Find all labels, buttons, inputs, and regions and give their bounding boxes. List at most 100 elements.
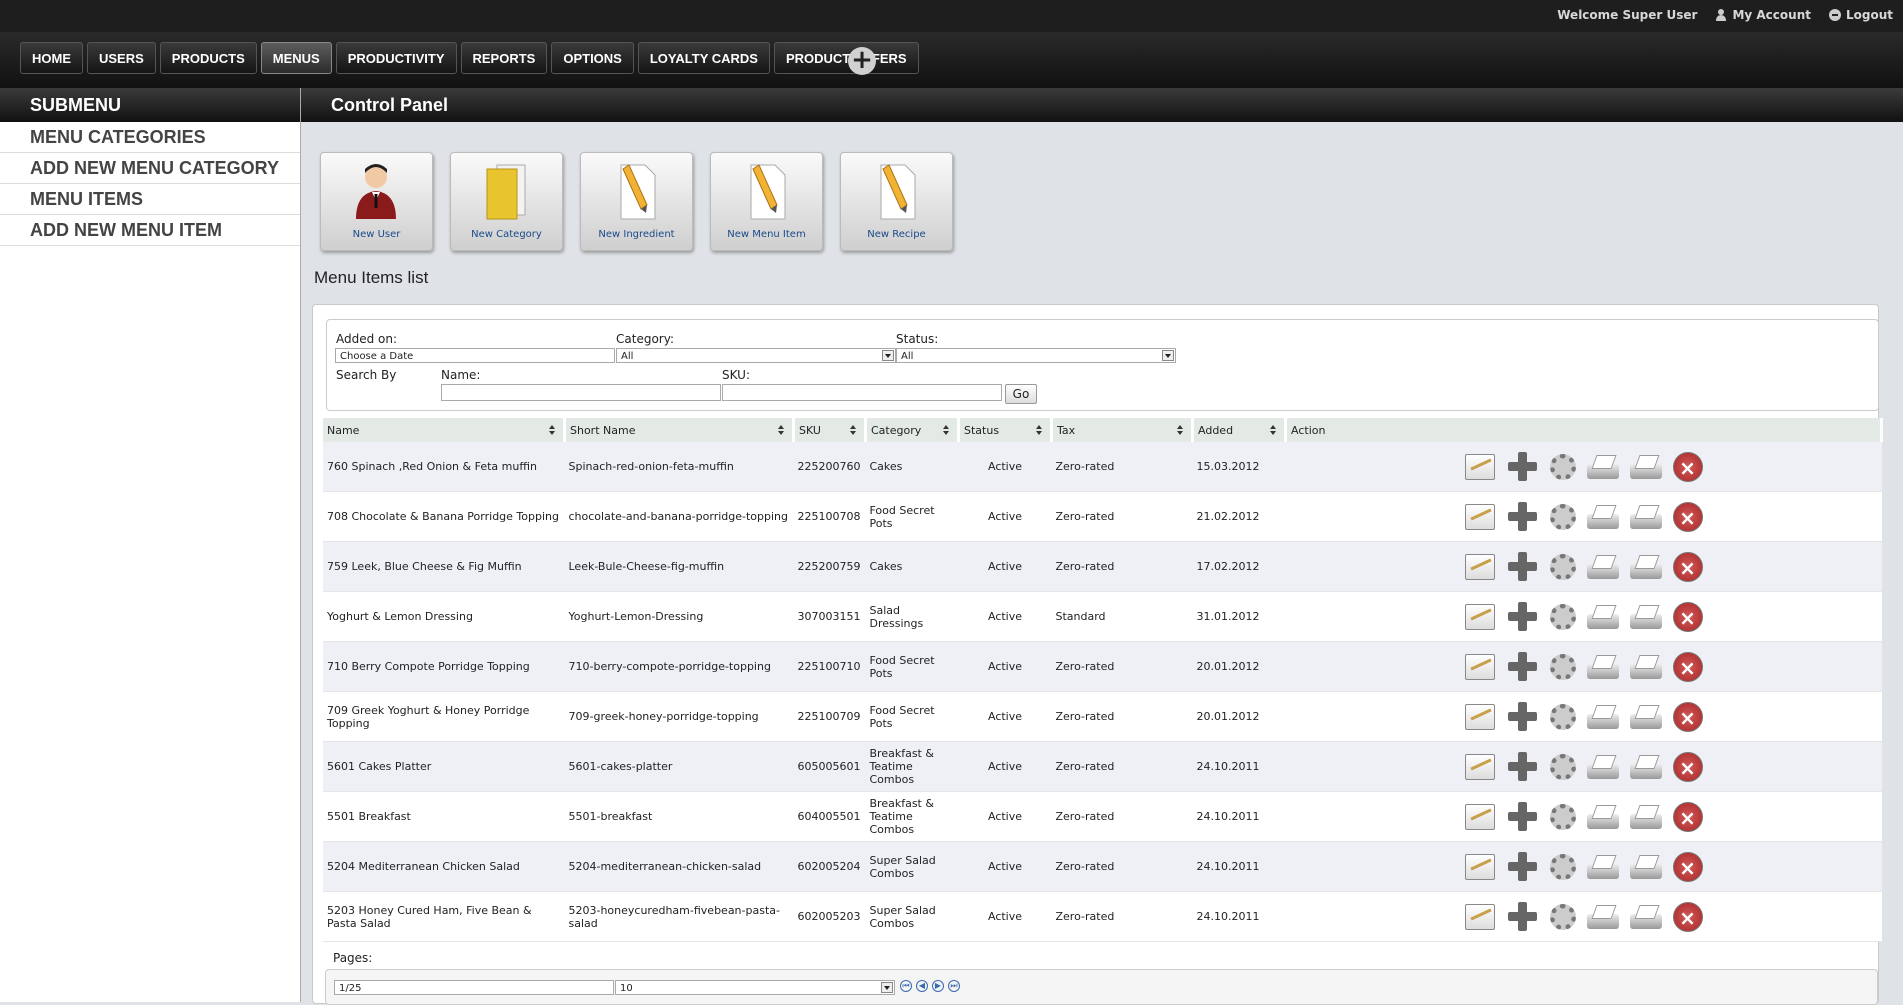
delete-icon[interactable]: × xyxy=(1672,751,1703,782)
print-icon[interactable] xyxy=(1586,605,1619,629)
edit-icon[interactable] xyxy=(1464,553,1495,580)
delete-icon[interactable]: × xyxy=(1672,451,1703,482)
settings-icon[interactable] xyxy=(1549,653,1576,680)
print-label-icon[interactable] xyxy=(1629,455,1662,479)
add-icon[interactable] xyxy=(1506,450,1539,483)
print-icon[interactable] xyxy=(1586,655,1619,679)
delete-icon[interactable]: × xyxy=(1672,601,1703,632)
print-label-icon[interactable] xyxy=(1629,605,1662,629)
settings-icon[interactable] xyxy=(1549,853,1576,880)
delete-icon[interactable]: × xyxy=(1672,651,1703,682)
add-icon[interactable] xyxy=(1506,800,1539,833)
category-select[interactable]: All xyxy=(616,348,896,363)
sidebar-item-add-menu-category[interactable]: ADD NEW MENU CATEGORY xyxy=(0,153,300,184)
print-icon[interactable] xyxy=(1586,755,1619,779)
edit-icon[interactable] xyxy=(1464,703,1495,730)
print-icon[interactable] xyxy=(1586,505,1619,529)
print-label-icon[interactable] xyxy=(1629,805,1662,829)
sidebar-item-menu-categories[interactable]: MENU CATEGORIES xyxy=(0,122,300,153)
add-icon[interactable] xyxy=(1506,500,1539,533)
add-icon[interactable] xyxy=(1506,650,1539,683)
settings-icon[interactable] xyxy=(1549,803,1576,830)
col-short-name-header[interactable]: Short Name xyxy=(564,418,795,442)
edit-icon[interactable] xyxy=(1464,803,1495,830)
add-icon[interactable] xyxy=(1506,700,1539,733)
print-icon[interactable] xyxy=(1586,455,1619,479)
col-tax-header[interactable]: Tax xyxy=(1051,418,1194,442)
print-icon[interactable] xyxy=(1586,855,1619,879)
go-button[interactable]: Go xyxy=(1005,384,1037,404)
nav-tab-menus[interactable]: MENUS xyxy=(260,42,332,74)
nav-tab-options[interactable]: OPTIONS xyxy=(551,42,634,74)
first-page-icon[interactable]: ⏮ xyxy=(900,980,912,992)
nav-tab-home[interactable]: HOME xyxy=(20,42,83,74)
date-input[interactable]: Choose a Date xyxy=(335,348,615,363)
edit-icon[interactable] xyxy=(1464,653,1495,680)
add-plus-icon[interactable]: + xyxy=(848,47,876,75)
col-status-header[interactable]: Status xyxy=(958,418,1053,442)
sku-input[interactable] xyxy=(722,384,1002,401)
delete-icon[interactable]: × xyxy=(1672,501,1703,532)
delete-icon[interactable]: × xyxy=(1672,551,1703,582)
col-added-header[interactable]: Added xyxy=(1192,418,1287,442)
print-label-icon[interactable] xyxy=(1629,655,1662,679)
nav-tab-users[interactable]: USERS xyxy=(87,42,156,74)
nav-tab-loyalty-cards[interactable]: LOYALTY CARDS xyxy=(637,42,770,74)
name-input[interactable] xyxy=(441,384,721,401)
edit-icon[interactable] xyxy=(1464,853,1495,880)
add-icon[interactable] xyxy=(1506,850,1539,883)
print-icon[interactable] xyxy=(1586,555,1619,579)
nav-tab-product-offers[interactable]: PRODUCT OFFERS xyxy=(773,42,919,74)
edit-icon[interactable] xyxy=(1464,503,1495,530)
last-page-icon[interactable]: ⏭ xyxy=(948,980,960,992)
delete-icon[interactable]: × xyxy=(1672,801,1703,832)
settings-icon[interactable] xyxy=(1549,453,1576,480)
add-icon[interactable] xyxy=(1506,600,1539,633)
settings-icon[interactable] xyxy=(1549,553,1576,580)
settings-icon[interactable] xyxy=(1549,603,1576,630)
nav-tab-productivity[interactable]: PRODUCTIVITY xyxy=(335,42,457,74)
new-category-button[interactable]: New Category xyxy=(450,152,563,251)
per-page-select[interactable]: 10 xyxy=(615,980,895,995)
print-icon[interactable] xyxy=(1586,905,1619,929)
settings-icon[interactable] xyxy=(1549,703,1576,730)
delete-icon[interactable]: × xyxy=(1672,851,1703,882)
delete-icon[interactable]: × xyxy=(1672,701,1703,732)
edit-icon[interactable] xyxy=(1464,453,1495,480)
edit-icon[interactable] xyxy=(1464,603,1495,630)
print-icon[interactable] xyxy=(1586,705,1619,729)
prev-page-icon[interactable]: ◀ xyxy=(916,980,928,992)
sidebar-item-menu-items[interactable]: MENU ITEMS xyxy=(0,184,300,215)
print-label-icon[interactable] xyxy=(1629,755,1662,779)
delete-icon[interactable]: × xyxy=(1672,901,1703,932)
new-user-button[interactable]: New User xyxy=(320,152,433,251)
print-label-icon[interactable] xyxy=(1629,905,1662,929)
add-icon[interactable] xyxy=(1506,900,1539,933)
nav-tab-products[interactable]: PRODUCTS xyxy=(159,42,257,74)
add-icon[interactable] xyxy=(1506,550,1539,583)
new-menu-item-button[interactable]: New Menu Item xyxy=(710,152,823,251)
logout-link[interactable]: Logout xyxy=(1828,8,1893,22)
settings-icon[interactable] xyxy=(1549,753,1576,780)
print-label-icon[interactable] xyxy=(1629,705,1662,729)
add-icon[interactable] xyxy=(1506,750,1539,783)
col-name-header[interactable]: Name xyxy=(323,418,566,442)
col-sku-header[interactable]: SKU xyxy=(793,418,867,442)
new-recipe-button[interactable]: New Recipe xyxy=(840,152,953,251)
sidebar-item-add-menu-item[interactable]: ADD NEW MENU ITEM xyxy=(0,215,300,246)
nav-tab-reports[interactable]: REPORTS xyxy=(460,42,548,74)
col-category-header[interactable]: Category xyxy=(865,418,960,442)
edit-icon[interactable] xyxy=(1464,753,1495,780)
print-label-icon[interactable] xyxy=(1629,505,1662,529)
new-ingredient-button[interactable]: New Ingredient xyxy=(580,152,693,251)
edit-icon[interactable] xyxy=(1464,903,1495,930)
print-icon[interactable] xyxy=(1586,805,1619,829)
status-select[interactable]: All xyxy=(896,348,1176,363)
settings-icon[interactable] xyxy=(1549,503,1576,530)
my-account-link[interactable]: My Account xyxy=(1715,8,1811,22)
print-label-icon[interactable] xyxy=(1629,555,1662,579)
page-input[interactable]: 1/25 xyxy=(334,980,614,995)
next-page-icon[interactable]: ▶ xyxy=(932,980,944,992)
print-label-icon[interactable] xyxy=(1629,855,1662,879)
settings-icon[interactable] xyxy=(1549,903,1576,930)
